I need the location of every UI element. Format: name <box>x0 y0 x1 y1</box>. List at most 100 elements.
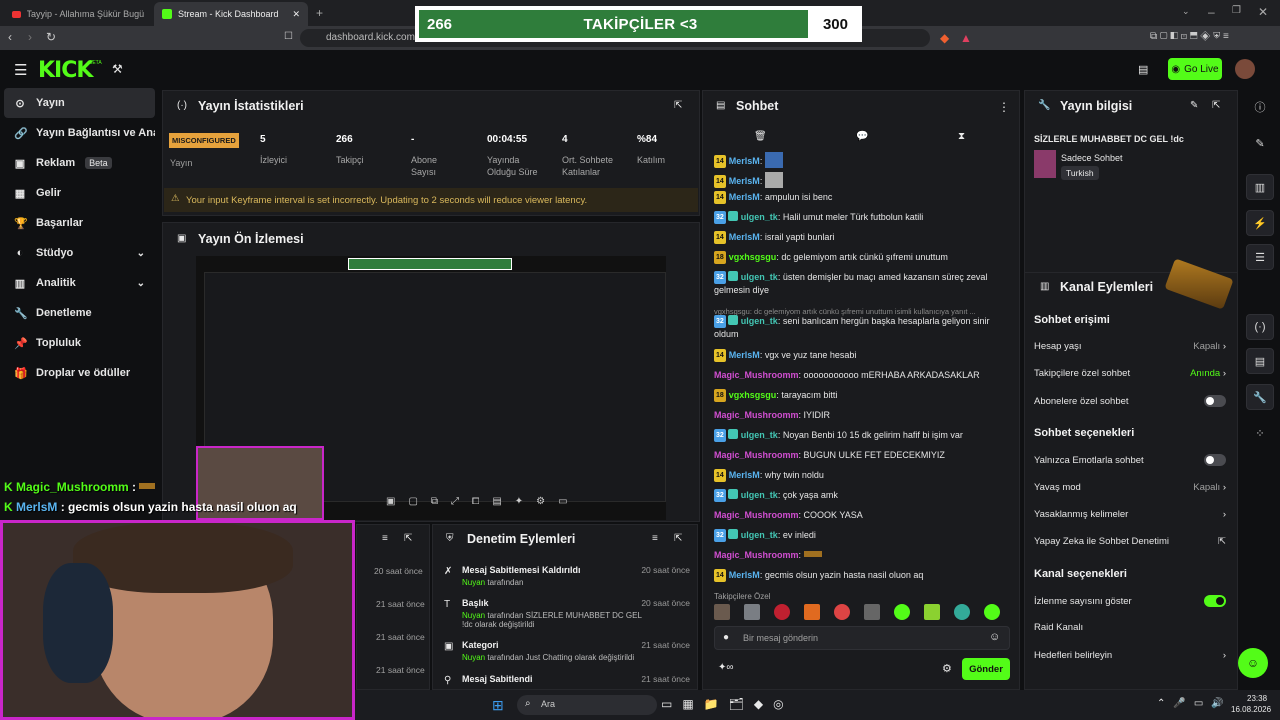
followers-only-row[interactable]: Takipçilere özel sohbet Anında › <box>1034 368 1226 379</box>
chat-username[interactable]: Magic_Mushroomm <box>714 510 799 520</box>
tab-youtube[interactable]: Tayyip - Allahıma Şükür Bugün d... <box>4 2 152 26</box>
trash-icon[interactable]: 🗑 <box>754 131 767 142</box>
filter-icon[interactable]: ≡ <box>382 533 388 544</box>
emote-icon[interactable] <box>804 604 820 620</box>
chat-username[interactable]: MerlsM <box>729 470 760 480</box>
edit-icon[interactable]: ✎ <box>1190 100 1198 111</box>
sidebar-item-community[interactable]: 📌 Topluluk <box>4 328 155 358</box>
chat-username[interactable]: vgxhsgsgu <box>729 390 777 400</box>
avatar[interactable] <box>1235 59 1255 79</box>
more-icon[interactable]: ⋮ <box>998 100 1010 114</box>
bookmark-icon[interactable]: ☐ <box>284 31 293 42</box>
emote-icon[interactable] <box>864 604 880 620</box>
emote-icon[interactable] <box>744 604 760 620</box>
emote-icon[interactable] <box>954 604 970 620</box>
pencil-icon[interactable]: ✎ <box>1246 130 1274 156</box>
rewards-icon[interactable]: ▲ <box>960 31 972 45</box>
sparkle-icon[interactable]: ✦∞ <box>718 662 734 673</box>
reload-icon[interactable]: ↻ <box>46 30 56 44</box>
ai-moderation-row[interactable]: Yapay Zeka ile Sohbet Denetimi ⇱ <box>1034 536 1226 547</box>
emote-icon[interactable] <box>924 604 940 620</box>
chat-username[interactable]: Magic_Mushroomm <box>714 410 799 420</box>
settings-icon[interactable]: ⚙ <box>942 662 952 675</box>
close-icon[interactable]: ✕ <box>1258 5 1268 19</box>
tab-kick-dashboard[interactable]: Stream - Kick Dashboard ✕ <box>154 2 308 26</box>
emote-only-toggle[interactable] <box>1204 454 1226 466</box>
wrench-icon[interactable]: 🔧 <box>1246 384 1274 410</box>
hammer-icon[interactable]: ⚒ <box>112 62 123 76</box>
sidebar-item-yayin[interactable]: ⊙ Yayın <box>4 88 155 118</box>
chat-input[interactable]: ● Bir mesaj gönderin ☺ <box>714 626 1010 650</box>
taskbar-apps-icon[interactable]: ▭▦📁🗂◆◎ <box>661 697 794 711</box>
emoji-icon[interactable]: ☺ <box>989 631 1000 643</box>
broadcast-icon[interactable]: (·) <box>1246 314 1274 340</box>
sidebar-item-achievements[interactable]: 🏆 Başarılar <box>4 208 155 238</box>
sidebar-item-analytics[interactable]: ▥ Analitik ⌄ <box>4 268 155 298</box>
chat-username[interactable]: MerlsM <box>729 232 760 242</box>
chevron-down-icon[interactable]: ⌄ <box>1182 6 1190 17</box>
filter-icon[interactable]: ≡ <box>652 533 658 544</box>
sidebar-item-drops[interactable]: 🎁 Droplar ve ödüller <box>4 358 155 388</box>
chat-username[interactable]: Magic_Mushroomm <box>714 450 799 460</box>
emote-icon[interactable] <box>894 604 910 620</box>
close-tab-icon[interactable]: ✕ <box>292 9 300 20</box>
support-button[interactable]: ☺ <box>1238 648 1268 678</box>
chat-username[interactable]: ulgen_tk <box>741 530 778 540</box>
forward-icon[interactable]: › <box>28 30 32 44</box>
chat-username[interactable]: MerlsM <box>729 192 760 202</box>
chat-username[interactable]: MerlsM <box>729 350 760 360</box>
emote-icon[interactable] <box>714 604 730 620</box>
popout-icon[interactable]: ⇱ <box>1212 100 1220 111</box>
info-icon[interactable]: ⓘ <box>1246 94 1274 120</box>
speech-bubble-icon[interactable]: 💬 <box>856 131 868 142</box>
raid-channel-row[interactable]: Raid Kanalı <box>1034 622 1226 633</box>
popout-icon[interactable]: ⇱ <box>404 533 412 544</box>
chat-username[interactable]: ulgen_tk <box>741 490 778 500</box>
extensions-icon[interactable]: ⧉ ▢ ◧ ⊡ ⬒ ◈ ⛨ ≡ <box>1150 31 1229 42</box>
taskbar-search[interactable]: ⌕ Ara <box>517 695 657 715</box>
back-icon[interactable]: ‹ <box>8 30 12 44</box>
sidebar-item-moderation[interactable]: 🔧 Denetleme <box>4 298 155 328</box>
chat-username[interactable]: ulgen_tk <box>741 316 778 326</box>
chat-username[interactable]: ulgen_tk <box>741 212 778 222</box>
chat-username[interactable]: MerlsM <box>729 570 760 580</box>
maximize-icon[interactable]: ❐ <box>1232 5 1241 16</box>
popout-icon[interactable]: ⇱ <box>674 100 682 111</box>
account-age-row[interactable]: Hesap yaşı Kapalı › <box>1034 341 1226 352</box>
tray-icon[interactable]: ⌃🎤▭🔊 <box>1157 698 1232 709</box>
layout-icon[interactable]: ▥ <box>1246 174 1274 200</box>
sidebar-item-ads[interactable]: ▣ Reklam Beta <box>4 148 155 178</box>
menu-icon[interactable]: ☰ <box>14 61 27 79</box>
new-tab-icon[interactable]: + <box>316 6 323 20</box>
stream-preview-video[interactable]: ▣▢⧉⤢⧠▤✦⚙▭ <box>196 256 666 520</box>
emote-icon[interactable] <box>834 604 850 620</box>
hourglass-icon[interactable]: ⧗ <box>958 131 965 142</box>
chat-username[interactable]: ulgen_tk <box>741 430 778 440</box>
chat-username[interactable]: ulgen_tk <box>741 272 778 282</box>
sidebar-item-studio[interactable]: ◐ Stüdyo ⌄ <box>4 238 155 268</box>
minimize-icon[interactable]: – <box>1208 5 1215 19</box>
windows-start-icon[interactable]: ⊞ <box>492 697 504 714</box>
chat-username[interactable]: Magic_Mushroomm <box>714 370 799 380</box>
chat-username[interactable]: Magic_Mushroomm <box>714 550 799 560</box>
kick-logo[interactable]: KICK <box>38 58 93 83</box>
popout-icon[interactable]: ⇱ <box>674 533 682 544</box>
theater-icon[interactable]: ▤ <box>1138 63 1148 76</box>
grid-icon[interactable]: ▤ <box>1246 348 1274 374</box>
puzzle-icon[interactable]: ⁘ <box>1246 420 1274 446</box>
emote-icon[interactable] <box>774 604 790 620</box>
chat-username[interactable]: MerlsM <box>729 156 760 166</box>
sidebar-item-stream-key[interactable]: 🔗 Yayın Bağlantısı ve Anahtarı <box>4 118 155 148</box>
sidebar-item-revenue[interactable]: ▦ Gelir <box>4 178 155 208</box>
brave-shield-icon[interactable]: ◆ <box>940 31 949 45</box>
slow-mode-row[interactable]: Yavaş mod Kapalı › <box>1034 482 1226 493</box>
chat-username[interactable]: MerlsM <box>729 176 760 186</box>
emote-icon[interactable] <box>984 604 1000 620</box>
chat-username[interactable]: vgxhsgsgu <box>729 252 777 262</box>
list-icon[interactable]: ☰ <box>1246 244 1274 270</box>
go-live-button[interactable]: ◉ Go Live <box>1168 58 1222 80</box>
set-goals-row[interactable]: Hedefleri belirleyin › <box>1034 650 1226 661</box>
banned-words-row[interactable]: Yasaklanmış kelimeler › <box>1034 509 1226 520</box>
subscribers-only-toggle[interactable] <box>1204 395 1226 407</box>
send-button[interactable]: Gönder <box>962 658 1010 680</box>
